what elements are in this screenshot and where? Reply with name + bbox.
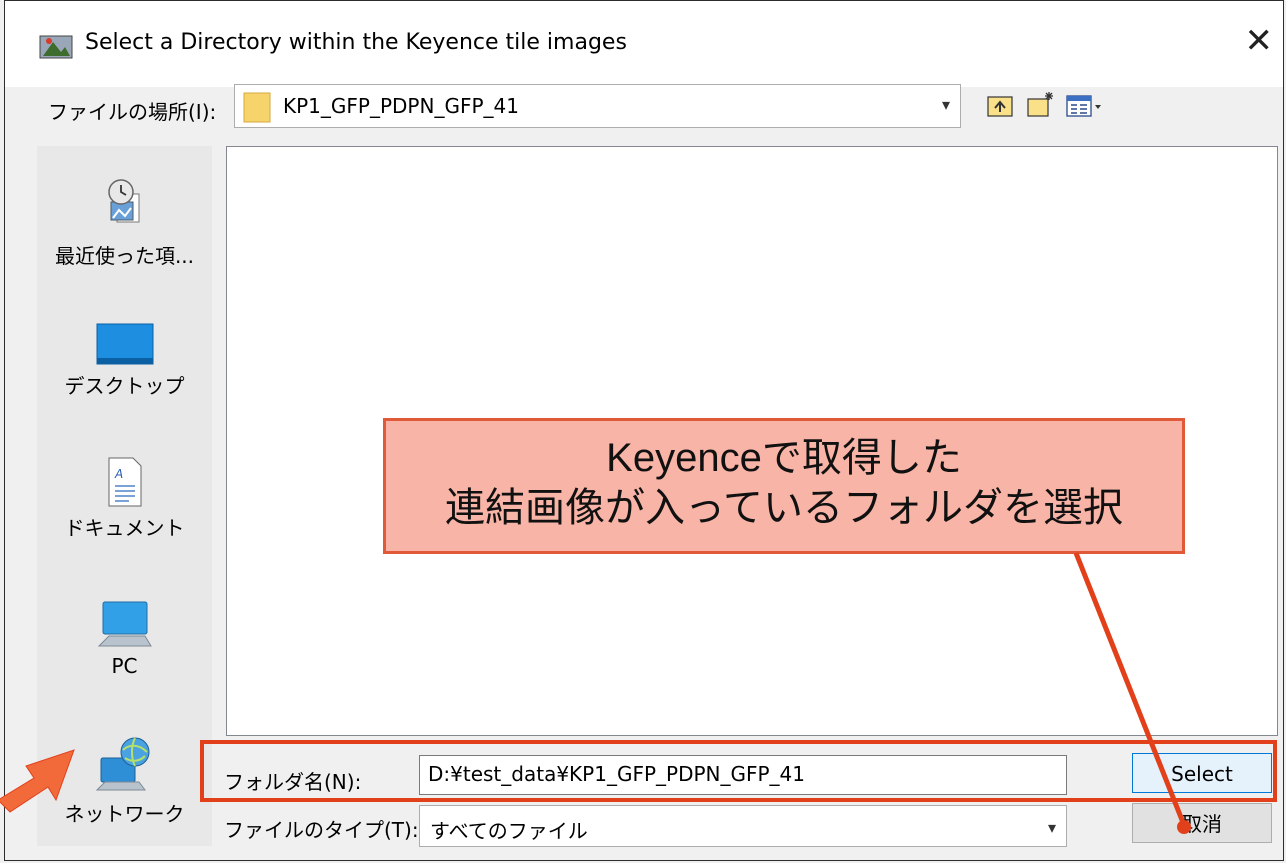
up-one-level-icon[interactable] (985, 90, 1015, 120)
chevron-down-icon[interactable]: ▾ (1048, 818, 1056, 837)
folder-icon (243, 92, 271, 123)
places-bar: 最近使った項... デスクトップ A ドキュメント PC ネットワーク (37, 146, 212, 846)
place-network[interactable]: ネットワーク (37, 734, 212, 827)
folder-name-input[interactable]: D:¥test_data¥KP1_GFP_PDPN_GFP_41 (419, 755, 1067, 795)
place-desktop[interactable]: デスクトップ (37, 322, 212, 399)
callout-line-2: 連結画像が入っているフォルダを選択 (445, 486, 1123, 530)
recent-items-icon (107, 179, 139, 223)
place-label-network: ネットワーク (64, 802, 185, 826)
place-label-pc: PC (111, 654, 138, 678)
look-in-combo[interactable]: KP1_GFP_PDPN_GFP_41 ▾ (234, 84, 961, 128)
file-type-label: ファイルのタイプ(T): (224, 818, 419, 842)
title-bar[interactable]: Select a Directory within the Keyence ti… (5, 1, 1283, 87)
cancel-button[interactable]: 取消 (1132, 803, 1272, 843)
new-folder-icon[interactable] (1025, 90, 1055, 120)
chevron-down-icon[interactable]: ▾ (942, 95, 950, 114)
close-icon[interactable]: ✕ (1245, 21, 1274, 61)
file-type-value: すべてのファイル (430, 819, 588, 843)
place-label-desktop: デスクトップ (64, 374, 185, 398)
place-label-recent: 最近使った項... (54, 244, 195, 268)
place-label-documents: ドキュメント (64, 516, 185, 540)
documents-icon: A (108, 457, 141, 507)
select-button[interactable]: Select (1132, 753, 1272, 793)
place-documents[interactable]: A ドキュメント (37, 456, 212, 541)
folder-name-label: フォルダ名(N): (224, 770, 362, 794)
view-menu-icon[interactable] (1065, 90, 1105, 120)
network-icon (95, 737, 149, 791)
svg-text:A: A (114, 467, 123, 481)
annotation-callout: Keyenceで取得した 連結画像が入っているフォルダを選択 (383, 418, 1185, 554)
window-title: Select a Directory within the Keyence ti… (85, 30, 627, 55)
look-in-value: KP1_GFP_PDPN_GFP_41 (283, 94, 519, 118)
computer-icon (97, 601, 152, 647)
java-app-icon (39, 35, 73, 59)
callout-line-1: Keyenceで取得した (606, 436, 962, 480)
file-type-combo[interactable]: すべてのファイル ▾ (419, 805, 1067, 847)
desktop-icon (96, 323, 153, 365)
place-recent[interactable]: 最近使った項... (37, 176, 212, 269)
look-in-label: ファイルの場所(I): (48, 100, 217, 124)
place-pc[interactable]: PC (37, 596, 212, 678)
